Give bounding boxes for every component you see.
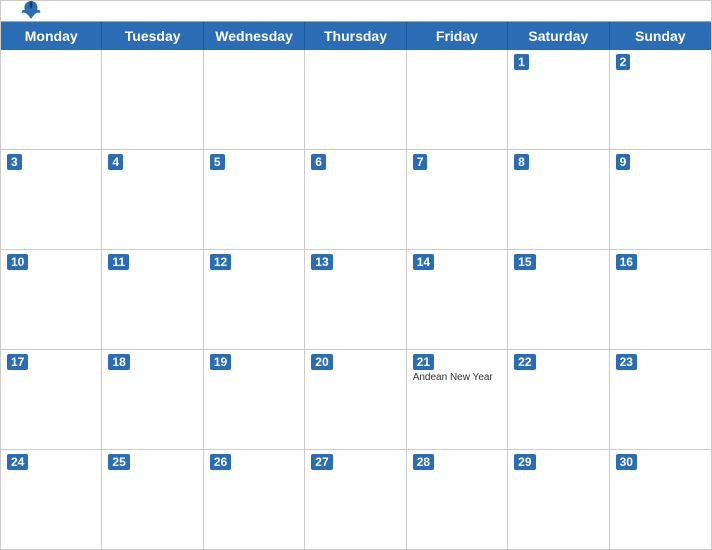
day-number: 11 (108, 254, 129, 270)
day-cell: 7 (407, 150, 508, 249)
day-number: 27 (311, 454, 332, 470)
day-cell: 4 (102, 150, 203, 249)
day-number: 4 (108, 154, 123, 170)
day-number: 14 (413, 254, 434, 270)
day-header-tuesday: Tuesday (102, 22, 203, 50)
logo (17, 0, 49, 25)
day-cell: 6 (305, 150, 406, 249)
day-cell: 8 (508, 150, 609, 249)
day-cell: 27 (305, 450, 406, 549)
day-number: 7 (413, 154, 428, 170)
day-cell: 30 (610, 450, 711, 549)
day-number: 8 (514, 154, 529, 170)
event-label: Andean New Year (413, 372, 501, 383)
day-number: 25 (108, 454, 129, 470)
day-cell: 21 Andean New Year (407, 350, 508, 449)
day-number: 17 (7, 354, 28, 370)
week-row-1: 12 (1, 50, 711, 150)
day-cell: 13 (305, 250, 406, 349)
day-number: 16 (616, 254, 637, 270)
calendar-header (1, 1, 711, 21)
day-number: 20 (311, 354, 332, 370)
day-number: 23 (616, 354, 637, 370)
day-cell (204, 50, 305, 149)
day-number: 19 (210, 354, 231, 370)
day-cell (407, 50, 508, 149)
day-number: 3 (7, 154, 22, 170)
day-cell: 19 (204, 350, 305, 449)
day-number: 30 (616, 454, 637, 470)
logo-bird-icon (17, 0, 45, 25)
day-number: 29 (514, 454, 535, 470)
day-header-saturday: Saturday (508, 22, 609, 50)
day-number: 15 (514, 254, 535, 270)
day-number: 22 (514, 354, 535, 370)
week-row-4: 17 18 19 20 21 Andean New Year 22 23 (1, 350, 711, 450)
day-cell: 20 (305, 350, 406, 449)
weeks-container: 123456789101112131415161718192021Andean … (1, 50, 711, 549)
day-number: 28 (413, 454, 434, 470)
day-number: 21 (413, 354, 434, 370)
week-row-2: 3 4 5 6 7 8 9 (1, 150, 711, 250)
week-row-5: 24 25 26 27 28 29 30 (1, 450, 711, 549)
calendar-wrapper: MondayTuesdayWednesdayThursdayFridaySatu… (0, 0, 712, 550)
day-cell: 24 (1, 450, 102, 549)
day-cell: 28 (407, 450, 508, 549)
week-row-3: 10 11 12 13 14 15 16 (1, 250, 711, 350)
day-header-thursday: Thursday (305, 22, 406, 50)
day-cell: 18 (102, 350, 203, 449)
day-cell: 25 (102, 450, 203, 549)
day-number: 18 (108, 354, 129, 370)
day-cell: 16 (610, 250, 711, 349)
day-number: 13 (311, 254, 332, 270)
day-header-sunday: Sunday (610, 22, 711, 50)
day-cell: 5 (204, 150, 305, 249)
day-number: 2 (616, 54, 631, 70)
day-cell: 11 (102, 250, 203, 349)
day-cell: 23 (610, 350, 711, 449)
day-cell: 29 (508, 450, 609, 549)
day-cell: 26 (204, 450, 305, 549)
day-cell: 14 (407, 250, 508, 349)
calendar-grid: MondayTuesdayWednesdayThursdayFridaySatu… (1, 21, 711, 549)
day-number: 6 (311, 154, 326, 170)
day-number: 9 (616, 154, 631, 170)
day-header-monday: Monday (1, 22, 102, 50)
day-cell: 1 (508, 50, 609, 149)
day-cell (305, 50, 406, 149)
day-number: 5 (210, 154, 225, 170)
day-cell: 9 (610, 150, 711, 249)
day-cell: 10 (1, 250, 102, 349)
day-header-friday: Friday (407, 22, 508, 50)
day-number: 10 (7, 254, 28, 270)
day-cell (102, 50, 203, 149)
day-header-wednesday: Wednesday (204, 22, 305, 50)
day-number: 26 (210, 454, 231, 470)
day-headers-row: MondayTuesdayWednesdayThursdayFridaySatu… (1, 22, 711, 50)
day-cell: 17 (1, 350, 102, 449)
day-cell: 3 (1, 150, 102, 249)
day-number: 24 (7, 454, 28, 470)
day-number: 1 (514, 54, 529, 70)
day-cell (1, 50, 102, 149)
day-number: 12 (210, 254, 231, 270)
day-cell: 22 (508, 350, 609, 449)
day-cell: 2 (610, 50, 711, 149)
day-cell: 15 (508, 250, 609, 349)
day-cell: 12 (204, 250, 305, 349)
